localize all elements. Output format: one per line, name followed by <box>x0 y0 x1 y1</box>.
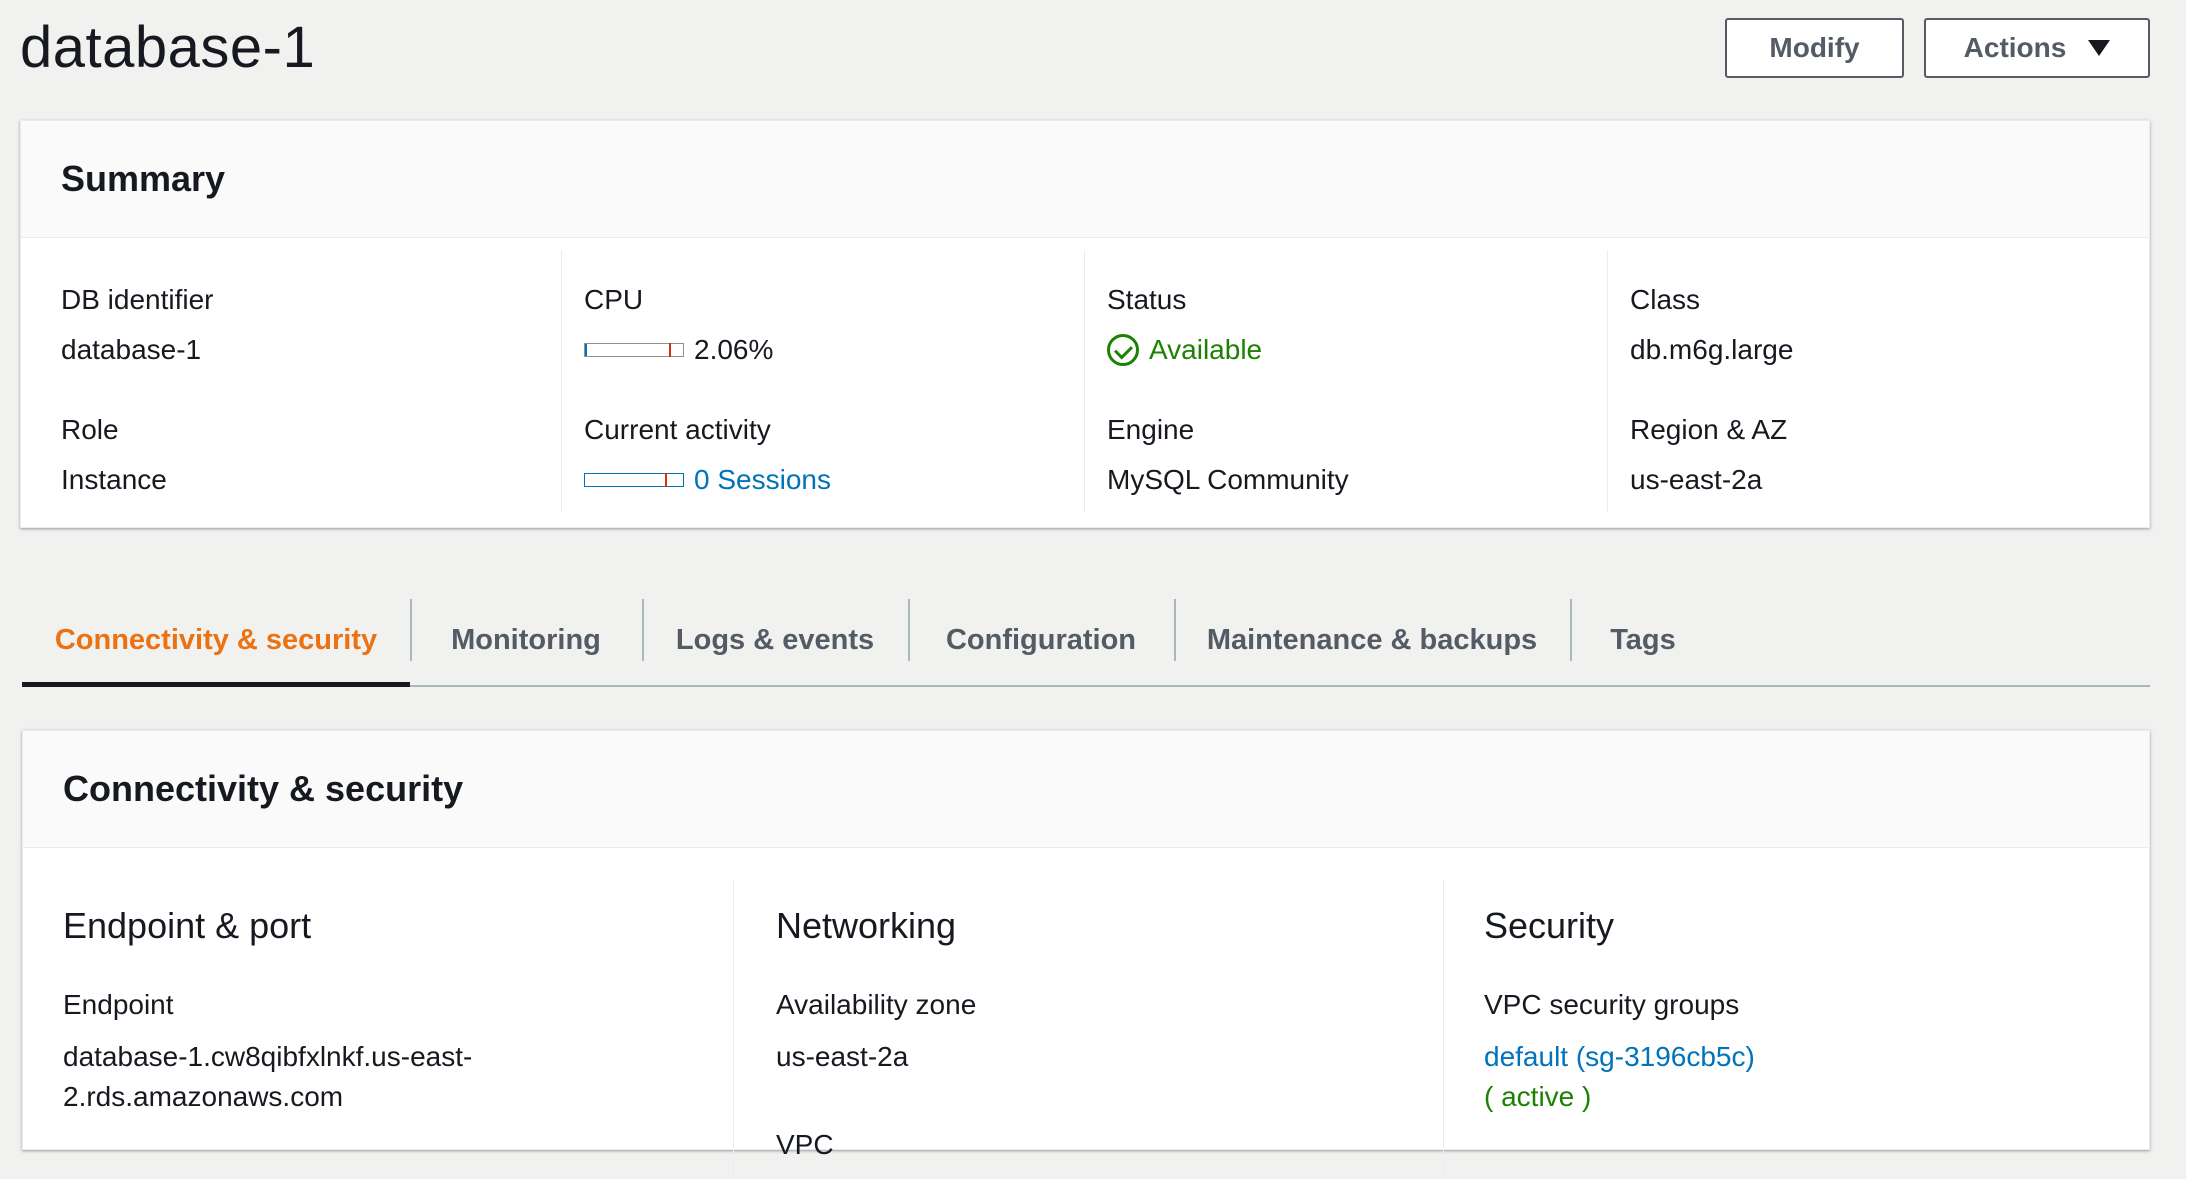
current-activity-label: Current activity <box>584 414 771 445</box>
connectivity-panel: Connectivity & security Endpoint & port … <box>22 730 2150 1179</box>
security-title: Security <box>1484 905 1615 946</box>
class-value: db.m6g.large <box>1630 334 1794 365</box>
page-header: database-1 Modify Actions <box>0 0 2186 110</box>
tab-logs-events[interactable]: Logs & events <box>642 595 908 685</box>
endpoint-value: database-1.cw8qibfxlnkf.us-east- 2.rds.a… <box>63 1037 472 1117</box>
cpu-usage-bar <box>584 343 684 357</box>
summary-column-status: Status Available Engine MySQL Community <box>1084 250 1607 512</box>
actions-button-label: Actions <box>1963 32 2067 63</box>
tab-monitoring[interactable]: Monitoring <box>410 595 642 685</box>
role-value: Instance <box>61 464 167 495</box>
page-title: database-1 <box>20 15 316 80</box>
summary-title: Summary <box>61 158 226 199</box>
cpu-value: 2.06% <box>694 334 774 365</box>
endpoint-label: Endpoint <box>63 989 174 1020</box>
summary-panel: Summary DB identifier database-1 Role In… <box>20 120 2150 528</box>
detail-tabs: Connectivity & security Monitoring Logs … <box>22 595 2150 687</box>
networking-section: Networking Availability zone us-east-2a … <box>733 879 1443 1179</box>
vpc-label: VPC <box>776 1129 834 1160</box>
endpoint-line-2: 2.rds.amazonaws.com <box>63 1081 344 1112</box>
region-az-value: us-east-2a <box>1630 464 1763 495</box>
vpc-security-groups-label: VPC security groups <box>1484 989 1740 1020</box>
current-activity-metric: 0 Sessions <box>584 464 831 496</box>
caret-down-icon <box>2088 40 2111 56</box>
modify-button-label: Modify <box>1769 32 1860 63</box>
status-text: Available <box>1149 334 1263 365</box>
class-label: Class <box>1630 284 1701 315</box>
cpu-threshold-marker <box>669 343 671 357</box>
endpoint-line-1: database-1.cw8qibfxlnkf.us-east- <box>63 1041 473 1072</box>
tab-maintenance-backups[interactable]: Maintenance & backups <box>1174 595 1570 685</box>
status-value: Available <box>1107 334 1262 366</box>
security-group-status: ( active ) <box>1484 1081 1592 1112</box>
db-identifier-label: DB identifier <box>61 284 214 315</box>
status-label: Status <box>1107 284 1187 315</box>
sessions-bar <box>584 473 684 487</box>
engine-value: MySQL Community <box>1107 464 1349 495</box>
check-circle-icon <box>1107 334 1139 366</box>
endpoint-port-section: Endpoint & port Endpoint database-1.cw8q… <box>63 879 733 1179</box>
cpu-metric: 2.06% <box>584 334 773 366</box>
networking-title: Networking <box>776 905 957 946</box>
endpoint-port-title: Endpoint & port <box>63 905 312 946</box>
sessions-threshold-marker <box>665 473 667 487</box>
summary-column-identifier: DB identifier database-1 Role Instance <box>21 250 561 512</box>
tab-connectivity-security[interactable]: Connectivity & security <box>22 595 410 687</box>
sessions-link[interactable]: 0 Sessions <box>694 464 831 496</box>
cpu-label: CPU <box>584 284 644 315</box>
availability-zone-label: Availability zone <box>776 989 977 1020</box>
summary-header: Summary <box>21 121 2149 238</box>
cpu-usage-fill <box>585 344 588 356</box>
tab-configuration[interactable]: Configuration <box>908 595 1174 685</box>
security-section: Security VPC security groups default (sg… <box>1443 879 2151 1179</box>
db-identifier-value: database-1 <box>61 334 202 365</box>
region-az-label: Region & AZ <box>1630 414 1788 445</box>
engine-label: Engine <box>1107 414 1195 445</box>
actions-dropdown-button[interactable]: Actions <box>1924 18 2150 78</box>
summary-column-cpu: CPU 2.06% Current activity 0 Sessions <box>561 250 1084 512</box>
role-label: Role <box>61 414 119 445</box>
vpc-security-groups-value: default (sg-3196cb5c) ( active ) <box>1484 1037 1755 1117</box>
security-group-link[interactable]: default (sg-3196cb5c) <box>1484 1037 1755 1077</box>
connectivity-header: Connectivity & security <box>23 731 2149 848</box>
connectivity-title: Connectivity & security <box>63 768 464 809</box>
summary-grid: DB identifier database-1 Role Instance C… <box>21 238 2149 528</box>
modify-button[interactable]: Modify <box>1725 18 1904 78</box>
availability-zone-value: us-east-2a <box>776 1041 909 1072</box>
tab-tags[interactable]: Tags <box>1570 595 1716 685</box>
summary-column-class: Class db.m6g.large Region & AZ us-east-2… <box>1607 250 2151 512</box>
